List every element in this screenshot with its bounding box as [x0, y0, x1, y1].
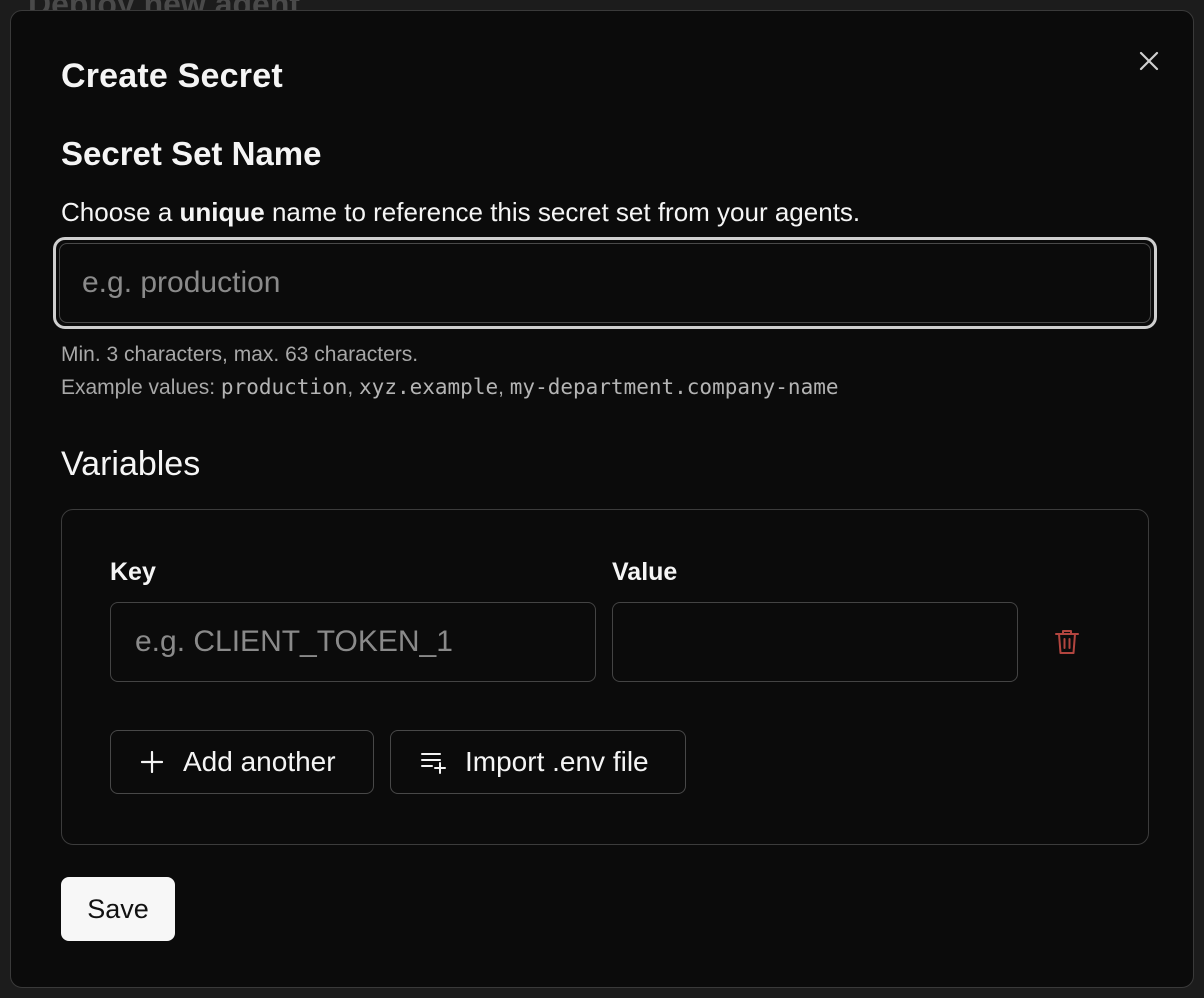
length-hint: Min. 3 characters, max. 63 characters.	[61, 343, 419, 366]
close-button[interactable]	[1137, 49, 1161, 73]
secret-set-name-heading: Secret Set Name	[61, 135, 322, 172]
example-value: xyz.example	[359, 375, 499, 399]
example-value: my-department.company-name	[509, 375, 839, 399]
description-text-end: name to reference this secret set from y…	[264, 197, 861, 227]
variables-heading: Variables	[61, 445, 201, 483]
create-secret-dialog: Create Secret Secret Set Name Choose a u…	[10, 10, 1194, 988]
variable-key-input[interactable]	[110, 602, 596, 682]
dialog-title: Create Secret	[61, 57, 283, 95]
delete-variable-button[interactable]	[1054, 628, 1080, 656]
example-separator: ,	[498, 376, 510, 399]
secret-set-name-focus-ring	[53, 237, 1157, 329]
description-text-start: Choose a	[61, 197, 180, 227]
examples-prefix: Example values:	[61, 376, 221, 399]
variables-panel: Key Value Add another	[61, 509, 1149, 845]
variable-value-input[interactable]	[612, 602, 1018, 682]
import-env-button[interactable]: Import .env file	[390, 730, 686, 794]
close-icon	[1139, 51, 1159, 71]
plus-icon	[141, 751, 163, 773]
playlist-add-icon	[421, 753, 446, 774]
secret-set-description: Choose a unique name to reference this s…	[61, 197, 860, 228]
value-column-label: Value	[612, 558, 678, 586]
key-column-label: Key	[110, 558, 156, 586]
add-another-label: Add another	[183, 746, 336, 777]
add-another-button[interactable]: Add another	[110, 730, 374, 794]
secret-set-name-input[interactable]	[59, 243, 1151, 323]
save-button[interactable]: Save	[61, 877, 175, 941]
import-env-label: Import .env file	[465, 746, 649, 777]
example-separator: ,	[347, 376, 360, 399]
trash-icon	[1055, 630, 1079, 654]
examples-hint: Example values: production, xyz.example,…	[61, 375, 839, 400]
example-value: production	[220, 375, 348, 399]
description-emphasis: unique	[179, 197, 265, 227]
